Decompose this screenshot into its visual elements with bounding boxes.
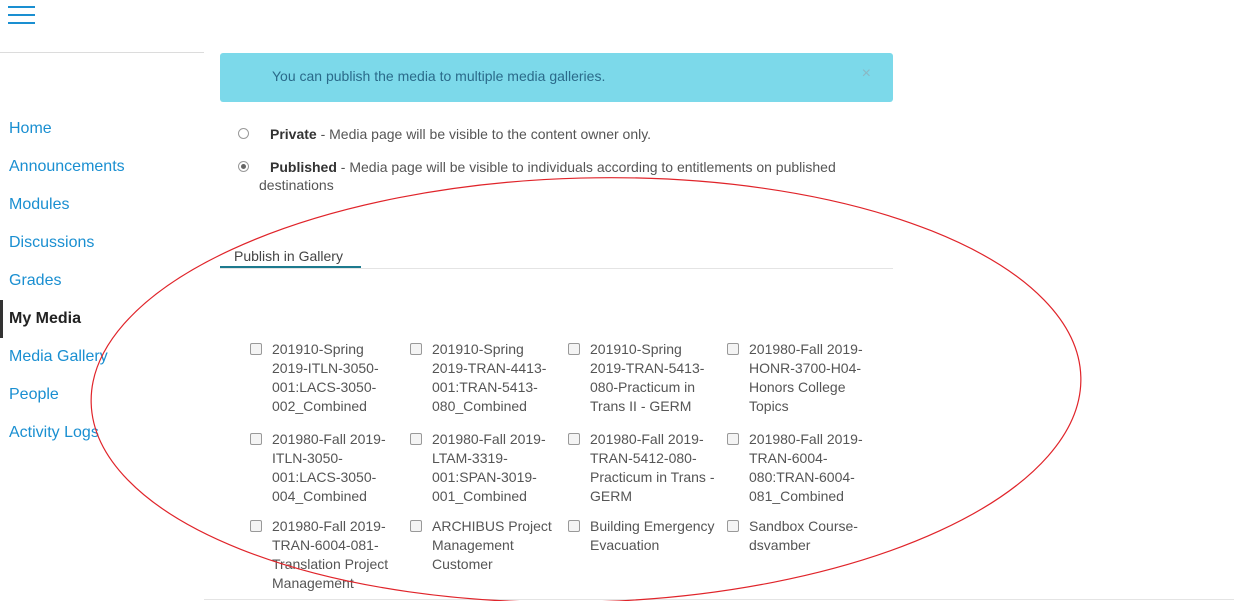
gallery-checkbox[interactable] xyxy=(727,520,739,532)
hamburger-bar xyxy=(8,22,35,24)
tab-label: Publish in Gallery xyxy=(234,248,343,264)
info-alert: You can publish the media to multiple me… xyxy=(220,53,893,102)
nav-modules[interactable]: Modules xyxy=(0,186,204,224)
gallery-label: 201980-Fall 2019-TRAN-6004-080:TRAN-6004… xyxy=(749,431,863,504)
published-title: Published xyxy=(270,159,337,175)
gallery-checkbox[interactable] xyxy=(250,433,262,445)
hamburger-bar xyxy=(8,6,35,8)
nav-grades[interactable]: Grades xyxy=(0,262,204,300)
nav-media-gallery[interactable]: Media Gallery xyxy=(0,338,204,376)
gallery-label: Sandbox Course-dsvamber xyxy=(749,518,858,553)
nav-people[interactable]: People xyxy=(0,376,204,414)
gallery-checkbox[interactable] xyxy=(410,343,422,355)
gallery-checkbox[interactable] xyxy=(568,433,580,445)
gallery-label: 201980-Fall 2019-TRAN-5412-080-Practicum… xyxy=(590,431,715,504)
gallery-checkbox[interactable] xyxy=(410,520,422,532)
close-icon[interactable]: × xyxy=(862,65,871,83)
hamburger-menu-icon[interactable] xyxy=(8,6,35,28)
gallery-label: 201980-Fall 2019-HONR-3700-H04-Honors Co… xyxy=(749,341,863,414)
published-desc: - Media page will be visible to individu… xyxy=(336,159,836,175)
private-title: Private xyxy=(270,126,317,142)
tab-divider xyxy=(220,268,893,269)
nav-discussions[interactable]: Discussions xyxy=(0,224,204,262)
gallery-label: 201980-Fall 2019-TRAN-6004-081-Translati… xyxy=(272,518,389,591)
published-desc-continued: destinations xyxy=(259,177,334,193)
hamburger-bar xyxy=(8,14,35,16)
gallery-label: 201910-Spring 2019-ITLN-3050-001:LACS-30… xyxy=(272,341,379,414)
nav-activity-logs[interactable]: Activity Logs xyxy=(0,414,204,452)
gallery-label: 201910-Spring 2019-TRAN-4413-001:TRAN-54… xyxy=(432,341,547,414)
gallery-checkbox[interactable] xyxy=(250,343,262,355)
published-radio[interactable] xyxy=(238,161,249,172)
nav-my-media[interactable]: My Media xyxy=(0,300,204,338)
nav-announcements[interactable]: Announcements xyxy=(0,148,204,186)
tab-publish-in-gallery[interactable]: Publish in Gallery xyxy=(220,246,361,269)
private-radio[interactable] xyxy=(238,128,249,139)
gallery-checkbox[interactable] xyxy=(727,433,739,445)
gallery-label: ARCHIBUS Project Management Customer xyxy=(432,518,552,572)
gallery-label: 201910-Spring 2019-TRAN-5413-080-Practic… xyxy=(590,341,705,414)
gallery-checkbox[interactable] xyxy=(250,520,262,532)
gallery-label: Building Emergency Evacuation xyxy=(590,518,715,553)
gallery-label: 201980-Fall 2019-ITLN-3050-001:LACS-3050… xyxy=(272,431,386,504)
content-bottom-divider xyxy=(204,599,1234,600)
published-label: Published - Media page will be visible t… xyxy=(270,157,836,177)
gallery-checkbox[interactable] xyxy=(410,433,422,445)
course-nav: Home Announcements Modules Discussions G… xyxy=(0,110,204,452)
gallery-checkbox[interactable] xyxy=(727,343,739,355)
gallery-checkbox[interactable] xyxy=(568,520,580,532)
gallery-checkbox[interactable] xyxy=(568,343,580,355)
gallery-label: 201980-Fall 2019-LTAM-3319-001:SPAN-3019… xyxy=(432,431,546,504)
private-label: Private - Media page will be visible to … xyxy=(270,124,651,144)
nav-divider xyxy=(0,52,204,53)
alert-message: You can publish the media to multiple me… xyxy=(272,68,606,84)
private-desc: - Media page will be visible to the cont… xyxy=(316,126,652,142)
nav-home[interactable]: Home xyxy=(0,110,204,148)
